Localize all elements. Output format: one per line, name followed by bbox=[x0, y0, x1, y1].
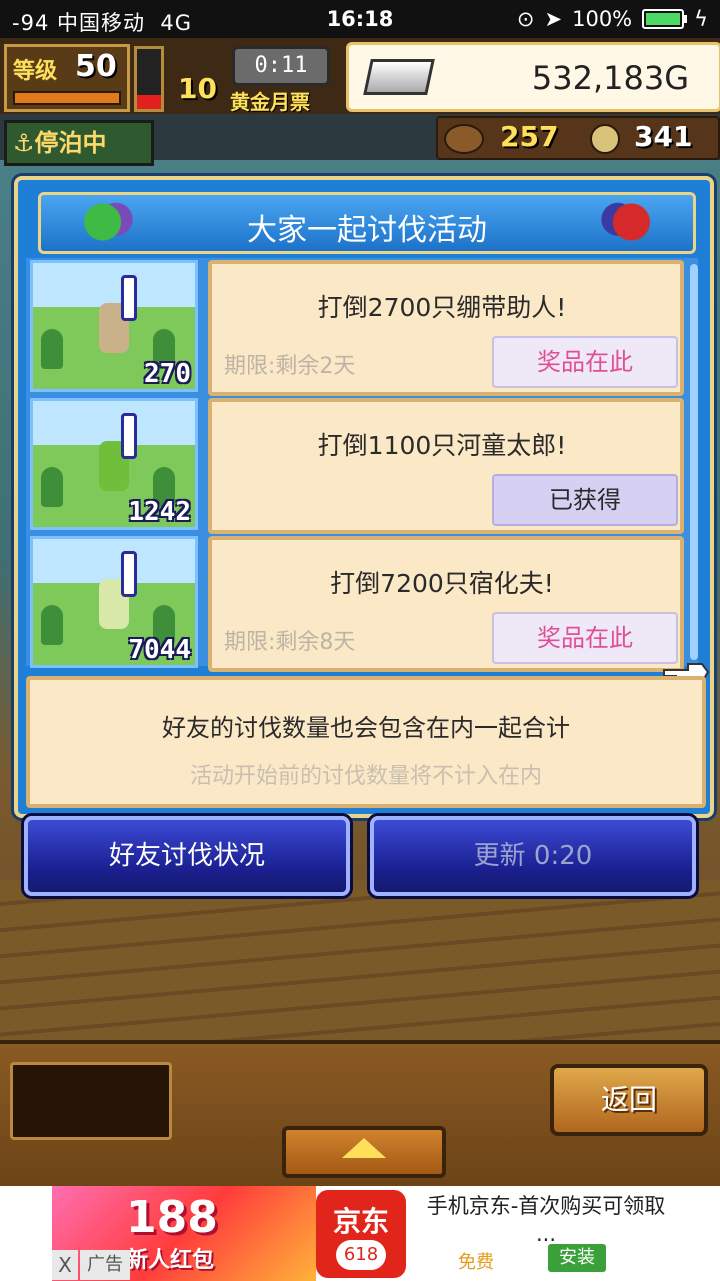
info-line-1: 好友的讨伐数量也会包含在内一起合计 bbox=[162, 714, 570, 742]
event-thumbnail: 270 bbox=[30, 260, 198, 392]
event-row: 7044 打倒7200只宿化夫! 期限:剩余8天 奖品在此 bbox=[26, 534, 686, 672]
kill-count: 270 bbox=[144, 359, 191, 389]
ship-deck bbox=[0, 880, 720, 1040]
status-right: ⊙ ➤ 100% ϟ bbox=[517, 7, 708, 31]
resource-panel: 257 341 bbox=[436, 116, 720, 160]
ad-promo-text: 新人红包 bbox=[126, 1248, 215, 1273]
anchored-status[interactable]: ⚓停泊中 bbox=[4, 120, 154, 166]
event-row: 270 打倒2700只绷带助人! 期限:剩余2天 奖品在此 bbox=[26, 258, 686, 396]
event-thumbnail: 7044 bbox=[30, 536, 198, 668]
ad-install-button[interactable]: 安装 bbox=[548, 1244, 606, 1272]
dialog-header: 大家一起讨伐活动 bbox=[38, 192, 696, 254]
experience-bar bbox=[13, 91, 121, 105]
location-icon: ➤ bbox=[544, 7, 563, 31]
level-panel[interactable]: 等级 50 bbox=[4, 44, 130, 112]
ad-price: 免费 bbox=[458, 1252, 494, 1273]
expand-menu-button[interactable] bbox=[282, 1126, 446, 1178]
event-title: 打倒2700只绷带助人! bbox=[317, 293, 567, 322]
ad-app-title[interactable]: 手机京东-首次购买可领取 ... bbox=[416, 1192, 676, 1248]
kill-count: 1242 bbox=[128, 497, 191, 527]
gold-panel[interactable]: 532,183G bbox=[346, 42, 720, 112]
bottom-bar: 返回 bbox=[0, 1040, 720, 1190]
rotation-lock-icon: ⊙ bbox=[516, 7, 535, 31]
event-card: 打倒2700只绷带助人! 期限:剩余2天 奖品在此 bbox=[208, 260, 684, 396]
event-list[interactable]: 270 打倒2700只绷带助人! 期限:剩余2天 奖品在此 1242 打倒110… bbox=[26, 258, 710, 683]
exclamation-icon bbox=[121, 551, 137, 597]
ad-label: 广告 bbox=[80, 1250, 130, 1280]
ad-close-button[interactable]: X bbox=[52, 1250, 78, 1280]
obtained-button[interactable]: 已获得 bbox=[492, 474, 678, 526]
food-icon bbox=[444, 124, 484, 154]
resource-1-value: 257 bbox=[500, 120, 559, 153]
charging-icon: ϟ bbox=[694, 7, 708, 31]
ad-banner[interactable]: 188 新人红包 X 广告 京东 618 手机京东-首次购买可领取 ... 免费… bbox=[0, 1186, 720, 1281]
status-bar: -94 中国移动 4G 16:18 ⊙ ➤ 100% ϟ bbox=[0, 0, 720, 38]
emblem-right-icon bbox=[599, 195, 653, 249]
view-prize-button[interactable]: 奖品在此 bbox=[492, 336, 678, 388]
ticket-count: 10 bbox=[178, 72, 217, 105]
refresh-button[interactable]: 更新 0:20 bbox=[370, 816, 696, 896]
stamina-gauge bbox=[134, 46, 164, 112]
event-thumbnail: 1242 bbox=[30, 398, 198, 530]
event-deadline: 期限:剩余8天 bbox=[224, 630, 356, 655]
event-card: 打倒7200只宿化夫! 期限:剩余8天 奖品在此 bbox=[208, 536, 684, 672]
resource-2-value: 341 bbox=[634, 120, 693, 153]
ingot-icon bbox=[363, 59, 435, 95]
ticket-timer: 0:11 bbox=[232, 46, 330, 86]
info-line-2: 活动开始前的讨伐数量将不计入在内 bbox=[189, 764, 542, 789]
event-title: 打倒7200只宿化夫! bbox=[330, 569, 554, 598]
event-card: 打倒1100只河童太郎! 已获得 bbox=[208, 398, 684, 534]
event-row: 1242 打倒1100只河童太郎! 已获得 bbox=[26, 396, 686, 534]
app-logo-text: 京东 bbox=[332, 1205, 389, 1238]
gold-ticket-panel[interactable]: 0:11 10 黄金月票 bbox=[172, 42, 340, 114]
top-hud: 等级 50 0:11 10 黄金月票 532,183G bbox=[0, 38, 720, 114]
scrollbar-thumb[interactable] bbox=[690, 264, 698, 660]
info-box: 好友的讨伐数量也会包含在内一起合计 活动开始前的讨伐数量将不计入在内 bbox=[26, 676, 706, 808]
gold-amount: 532,183G bbox=[531, 59, 689, 97]
view-prize-button[interactable]: 奖品在此 bbox=[492, 612, 678, 664]
level-label: 等级 bbox=[13, 59, 58, 84]
dialog-title: 大家一起讨伐活动 bbox=[247, 213, 487, 248]
battery-icon bbox=[642, 9, 688, 29]
app-logo-sub: 618 bbox=[336, 1240, 386, 1270]
ticket-label: 黄金月票 bbox=[230, 90, 310, 114]
exclamation-icon bbox=[121, 413, 137, 459]
back-button[interactable]: 返回 bbox=[550, 1064, 708, 1136]
menu-slot[interactable] bbox=[10, 1062, 172, 1140]
event-title: 打倒1100只河童太郎! bbox=[317, 431, 567, 460]
app-logo[interactable]: 京东 618 bbox=[316, 1190, 406, 1278]
event-deadline: 期限:剩余2天 bbox=[224, 354, 356, 379]
up-arrow-icon bbox=[342, 1138, 386, 1158]
raid-event-dialog: 大家一起讨伐活动 270 打倒2700只绷带助人! 期限:剩余2天 奖品在此 1… bbox=[14, 176, 714, 818]
exclamation-icon bbox=[121, 275, 137, 321]
battery-percent: 100% bbox=[572, 7, 633, 31]
kill-count: 7044 bbox=[128, 635, 191, 665]
coin-icon bbox=[590, 124, 620, 154]
ad-promo-number: 188 bbox=[126, 1192, 218, 1243]
level-value: 50 bbox=[75, 49, 117, 84]
friend-status-button[interactable]: 好友讨伐状况 bbox=[24, 816, 350, 896]
anchored-label: 停泊中 bbox=[34, 129, 107, 157]
